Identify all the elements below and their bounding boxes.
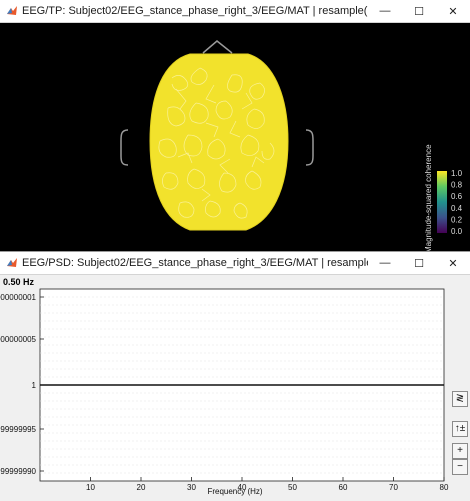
matlab-icon	[7, 258, 17, 267]
colorbar-tick-label: 0.6	[451, 192, 463, 201]
y-tick-label: 0.9999999990	[0, 467, 37, 476]
zoom-out-button[interactable]: −	[452, 459, 468, 475]
colorbar-tick-label: 0.4	[451, 204, 463, 213]
close-button[interactable]: ✕	[436, 252, 470, 274]
y-tick-label: 1	[32, 381, 37, 390]
y-tick-label: 1.0000000005	[0, 335, 37, 344]
tp-titlebar[interactable]: EEG/TP: Subject02/EEG_stance_phase_right…	[0, 0, 470, 23]
minimize-button[interactable]: —	[368, 0, 402, 22]
scale-toggle-button[interactable]: ≷	[452, 391, 468, 407]
y-tick-label: 0.9999999995	[0, 425, 37, 434]
scalp-map	[149, 53, 289, 231]
psd-chart[interactable]: 1.0000000001 1.0000000005 1 0.9999999995 0.9…	[0, 275, 470, 501]
left-ear-outline	[120, 129, 129, 166]
colorbar-tick-label: 1.0	[451, 169, 463, 178]
topography-plot: 1.0 0.8 0.6 0.4 0.2 0.0 Magnitude-squared coh…	[120, 40, 463, 253]
tp-window: EEG/TP: Subject02/EEG_stance_phase_right…	[0, 0, 470, 253]
tp-window-title: EEG/TP: Subject02/EEG_stance_phase_right…	[22, 5, 368, 17]
y-tick-label: 1.0000000001	[0, 293, 37, 302]
matlab-icon	[7, 6, 17, 15]
zoom-in-button[interactable]: +	[452, 443, 468, 459]
topography-view[interactable]: 1.0 0.8 0.6 0.4 0.2 0.0 Magnitude-squared coh…	[0, 23, 470, 253]
psd-window-title: EEG/PSD: Subject02/EEG_stance_phase_righ…	[22, 257, 368, 269]
colorbar-tick-label: 0.2	[451, 215, 463, 224]
psd-window: EEG/PSD: Subject02/EEG_stance_phase_righ…	[0, 251, 470, 501]
psd-titlebar[interactable]: EEG/PSD: Subject02/EEG_stance_phase_righ…	[0, 252, 470, 275]
maximize-button[interactable]: ☐	[402, 252, 436, 274]
y-tick-labels: 1.0000000001 1.0000000005 1 0.9999999995 0.9…	[0, 293, 44, 476]
colorbar-label: Magnitude-squared coherence	[424, 144, 433, 253]
colorbar-tick-label: 0.8	[451, 181, 463, 190]
colorbar-ticks: 1.0 0.8 0.6 0.4 0.2 0.0	[451, 169, 463, 236]
x-axis-label: Frequency (Hz)	[207, 487, 263, 496]
psd-content: 0.50 Hz 1.00000000011.000000000510.99999…	[0, 275, 470, 501]
maximize-button[interactable]: ☐	[402, 0, 436, 22]
close-button[interactable]: ✕	[436, 0, 470, 22]
colorbar	[437, 171, 447, 233]
right-ear-outline	[305, 129, 314, 166]
colorbar-tick-label: 0.0	[451, 227, 463, 236]
minimize-button[interactable]: —	[368, 252, 402, 274]
amplitude-button[interactable]: ↑±	[452, 421, 468, 437]
nose-outline	[202, 40, 233, 54]
